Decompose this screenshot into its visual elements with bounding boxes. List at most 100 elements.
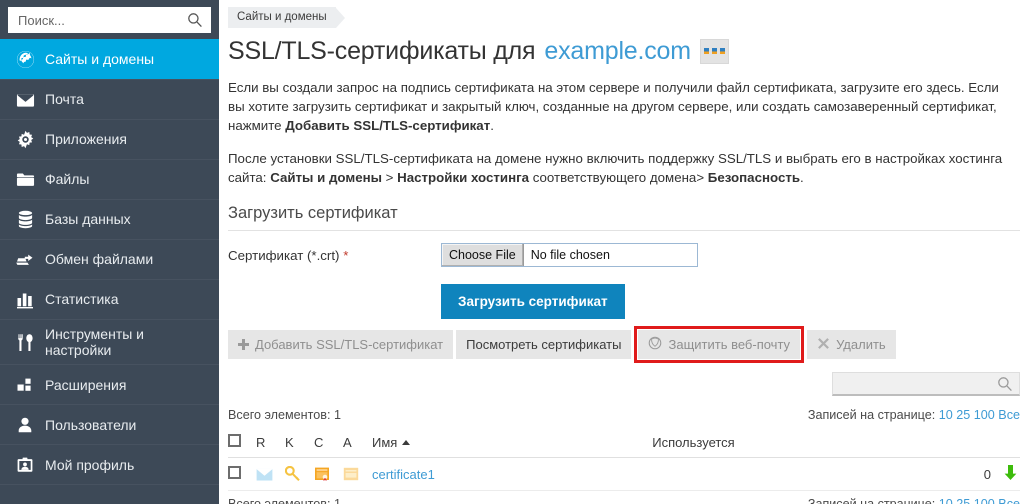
breadcrumb-item-websites-domains[interactable]: Сайты и домены xyxy=(228,7,336,28)
desc1-text-c: . xyxy=(490,118,494,133)
sidebar-item-my-profile[interactable]: Мой профиль xyxy=(0,444,219,485)
upload-section-title: Загрузить сертификат xyxy=(228,204,1020,231)
description-paragraph-1: Если вы создали запрос на подпись сертиф… xyxy=(228,78,1010,135)
certificate-file-input[interactable]: Choose File No file chosen xyxy=(441,243,698,267)
sidebar-item-label: Почта xyxy=(45,91,84,107)
sort-ascending-icon xyxy=(402,440,410,445)
row-select-cell xyxy=(228,458,256,491)
sidebar-item-databases[interactable]: Базы данных xyxy=(0,199,219,240)
sidebar-item-statistics[interactable]: Статистика xyxy=(0,279,219,320)
header-col-c[interactable]: C xyxy=(314,430,343,458)
header-col-a[interactable]: A xyxy=(343,430,372,458)
per-page-25-bottom[interactable]: 25 xyxy=(956,497,970,504)
sidebar-item-label: Расширения xyxy=(45,377,126,393)
sidebar-item-label: Файлы xyxy=(45,171,89,187)
per-page-10-top[interactable]: 10 xyxy=(939,408,953,422)
per-page-100-bottom[interactable]: 100 xyxy=(974,497,995,504)
user-icon xyxy=(15,415,35,435)
certificate-icon xyxy=(314,470,330,485)
per-page-10-bottom[interactable]: 10 xyxy=(939,497,953,504)
key-icon xyxy=(285,470,301,485)
secure-webmail-label: Защитить веб-почту xyxy=(668,337,790,352)
sidebar-item-extensions[interactable]: Расширения xyxy=(0,364,219,405)
choose-file-button[interactable]: Choose File xyxy=(442,244,524,266)
remove-certificate-button[interactable]: Удалить xyxy=(807,330,896,359)
certificate-file-row: Сертификат (*.crt) * Choose File No file… xyxy=(228,243,1020,267)
plus-icon xyxy=(238,339,249,350)
extensions-icon xyxy=(15,375,35,395)
view-certificates-button[interactable]: Посмотреть сертификаты xyxy=(456,330,631,359)
list-search-row xyxy=(219,372,1020,396)
sidebar-item-file-sharing[interactable]: Обмен файлами xyxy=(0,239,219,280)
mail-envelope-icon xyxy=(256,469,273,484)
sidebar-item-users[interactable]: Пользователи xyxy=(0,404,219,445)
page-title-domain: example.com xyxy=(544,36,690,66)
sidebar-item-websites-domains[interactable]: Сайты и домены xyxy=(0,39,219,80)
search-input[interactable] xyxy=(9,8,210,32)
sidebar-nav: Сайты и домены Почта xyxy=(0,39,219,485)
dot-icon xyxy=(704,48,709,54)
ca-certificate-icon xyxy=(343,469,359,484)
gear-icon xyxy=(15,130,35,150)
more-actions-button[interactable] xyxy=(700,39,729,64)
header-select-all xyxy=(228,430,256,458)
list-search-input[interactable] xyxy=(833,373,1019,394)
file-sharing-icon xyxy=(15,250,35,270)
select-all-checkbox[interactable] xyxy=(228,434,241,447)
bar-chart-icon xyxy=(15,290,35,310)
page-title: SSL/TLS-сертификаты для example.com xyxy=(228,36,1029,66)
header-col-k[interactable]: K xyxy=(285,430,314,458)
row-checkbox[interactable] xyxy=(228,466,241,479)
header-col-name-label: Имя xyxy=(372,435,397,450)
breadcrumb: Сайты и домены xyxy=(219,0,1029,28)
desc2-bold-1: Сайты и домены xyxy=(270,170,382,185)
sidebar-item-label: Базы данных xyxy=(45,211,131,227)
row-cell-r xyxy=(256,458,285,491)
file-status-text: No file chosen xyxy=(524,244,610,266)
sidebar-item-tools-settings[interactable]: Инструменты и настройки xyxy=(0,319,219,365)
folder-icon xyxy=(15,170,35,190)
sidebar-item-label: Инструменты и настройки xyxy=(45,326,144,358)
header-col-name[interactable]: Имя xyxy=(372,430,652,458)
per-page-all-top[interactable]: Все xyxy=(998,408,1020,422)
row-cell-a xyxy=(343,458,372,491)
per-page-100-top[interactable]: 100 xyxy=(974,408,995,422)
header-col-r[interactable]: R xyxy=(256,430,285,458)
header-col-used[interactable]: Используется xyxy=(652,430,1020,458)
desc2-sep-2: соответствующего домена> xyxy=(529,170,708,185)
desc2-bold-3: Безопасность xyxy=(708,170,800,185)
sidebar-item-label: Обмен файлами xyxy=(45,251,153,267)
sidebar-item-label: Приложения xyxy=(45,131,127,147)
search-box[interactable] xyxy=(8,7,211,33)
list-meta-top: Всего элементов: 1 Записей на странице: … xyxy=(228,408,1020,422)
table-row[interactable]: certificate1 0 xyxy=(228,458,1020,491)
per-page-label-top: Записей на странице: xyxy=(808,408,939,422)
desc1-bold: Добавить SSL/TLS-сертификат xyxy=(285,118,490,133)
sidebar: Сайты и домены Почта xyxy=(0,0,219,504)
secure-webmail-button[interactable]: Защитить веб-почту xyxy=(638,330,800,359)
table-header: R K C A Имя Используется xyxy=(228,430,1020,458)
add-ssl-certificate-label: Добавить SSL/TLS-сертификат xyxy=(255,337,443,352)
sidebar-item-mail[interactable]: Почта xyxy=(0,79,219,120)
row-cell-name: certificate1 xyxy=(372,458,652,491)
add-ssl-certificate-button[interactable]: Добавить SSL/TLS-сертификат xyxy=(228,330,453,359)
main-content: Сайты и домены SSL/TLS-сертификаты для e… xyxy=(219,0,1029,504)
certificate-field-label: Сертификат (*.crt) * xyxy=(228,248,441,263)
plesk-ssl-certificates-page: Сайты и домены Почта xyxy=(0,0,1029,504)
total-items-bottom: Всего элементов: 1 xyxy=(228,497,341,504)
certificate-name-link[interactable]: certificate1 xyxy=(372,467,435,482)
globe-icon xyxy=(15,50,35,70)
row-cell-used: 0 xyxy=(652,458,1020,491)
sidebar-item-applications[interactable]: Приложения xyxy=(0,119,219,160)
green-down-arrow-icon[interactable] xyxy=(1003,464,1018,484)
per-page-all-bottom[interactable]: Все xyxy=(998,497,1020,504)
list-meta-bottom: Всего элементов: 1 Записей на странице: … xyxy=(228,497,1020,504)
upload-certificate-button[interactable]: Загрузить сертификат xyxy=(441,284,625,319)
per-page-25-top[interactable]: 25 xyxy=(956,408,970,422)
sidebar-item-files[interactable]: Файлы xyxy=(0,159,219,200)
list-search-box[interactable] xyxy=(832,372,1020,396)
per-page-top: Записей на странице: 10 25 100 Все xyxy=(808,408,1020,422)
page-title-prefix: SSL/TLS-сертификаты для xyxy=(228,36,535,66)
table-body: certificate1 0 xyxy=(228,458,1020,491)
description-paragraph-2: После установки SSL/TLS-сертификата на д… xyxy=(228,149,1010,187)
